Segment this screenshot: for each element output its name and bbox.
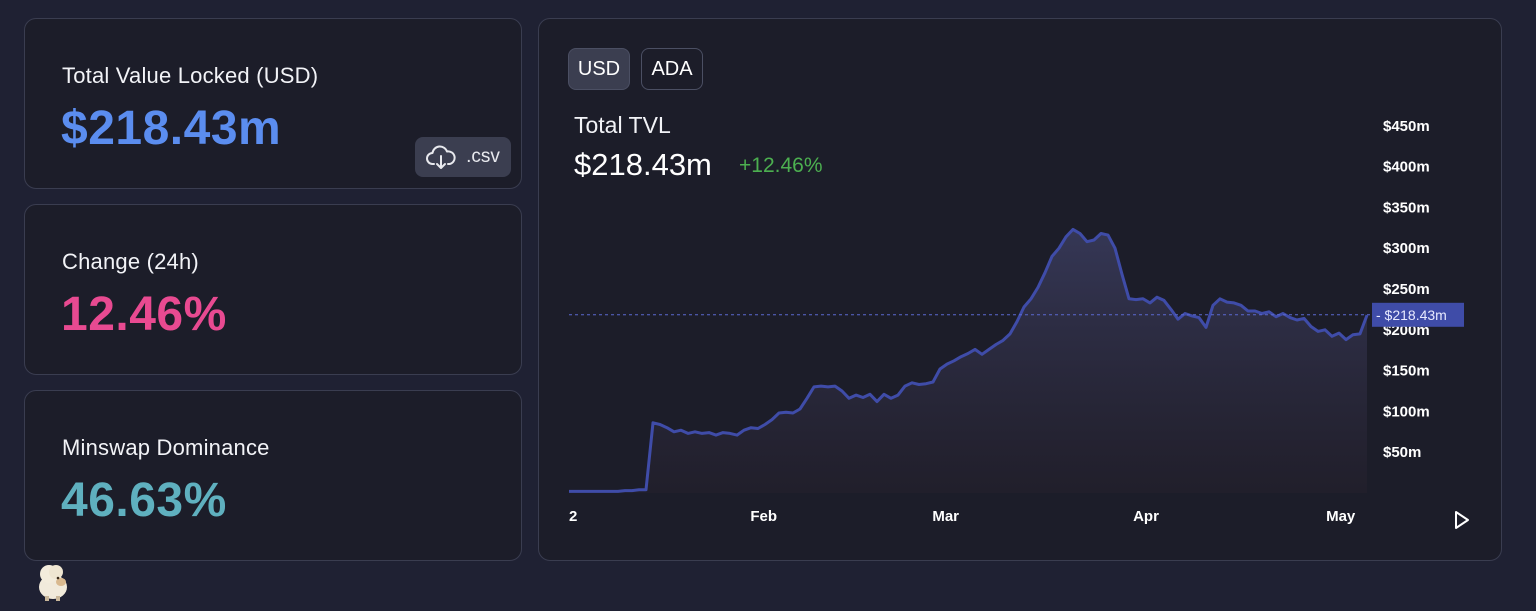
y-tick-label: $300m [1383,240,1430,257]
dominance-value: 46.63% [61,474,227,527]
change-label: Change (24h) [62,249,199,274]
tvl-value: $218.43m [61,102,282,155]
y-tick-label: $350m [1383,199,1430,216]
x-tick-label: May [1326,508,1356,525]
download-csv-button[interactable]: .csv [415,137,511,177]
y-tick-label: $250m [1383,281,1430,298]
y-tick-label: $50m [1383,444,1421,461]
dominance-card: Minswap Dominance 46.63% [24,390,522,561]
tvl-area-chart[interactable]: $50m$100m$150m$200m$250m$300m$350m$400m$… [539,19,1501,560]
current-value-tag-label: - $218.43m [1376,307,1447,323]
x-tick-label: Apr [1133,508,1159,525]
change-card: Change (24h) 12.46% [24,204,522,375]
y-tick-label: $150m [1383,363,1430,380]
y-tick-label: $100m [1383,403,1430,420]
x-tick-label: Feb [750,508,777,525]
x-tick-label: Mar [932,508,959,525]
y-tick-label: $400m [1383,159,1430,176]
tvl-chart-card: USD ADA Total TVL $218.43m +12.46% $50m $… [538,18,1502,561]
dominance-label: Minswap Dominance [62,435,270,460]
tvl-area-fill [569,229,1367,493]
tvl-card: Total Value Locked (USD) $218.43m .csv [24,18,522,189]
play-icon[interactable] [1453,510,1471,530]
mascot-icon [39,565,67,601]
x-tick-label: 2 [569,508,577,525]
cloud-download-icon [426,145,456,169]
csv-label: .csv [466,146,500,167]
y-tick-label: $450m [1383,118,1430,135]
change-value: 12.46% [61,288,227,341]
tvl-label: Total Value Locked (USD) [62,63,319,88]
